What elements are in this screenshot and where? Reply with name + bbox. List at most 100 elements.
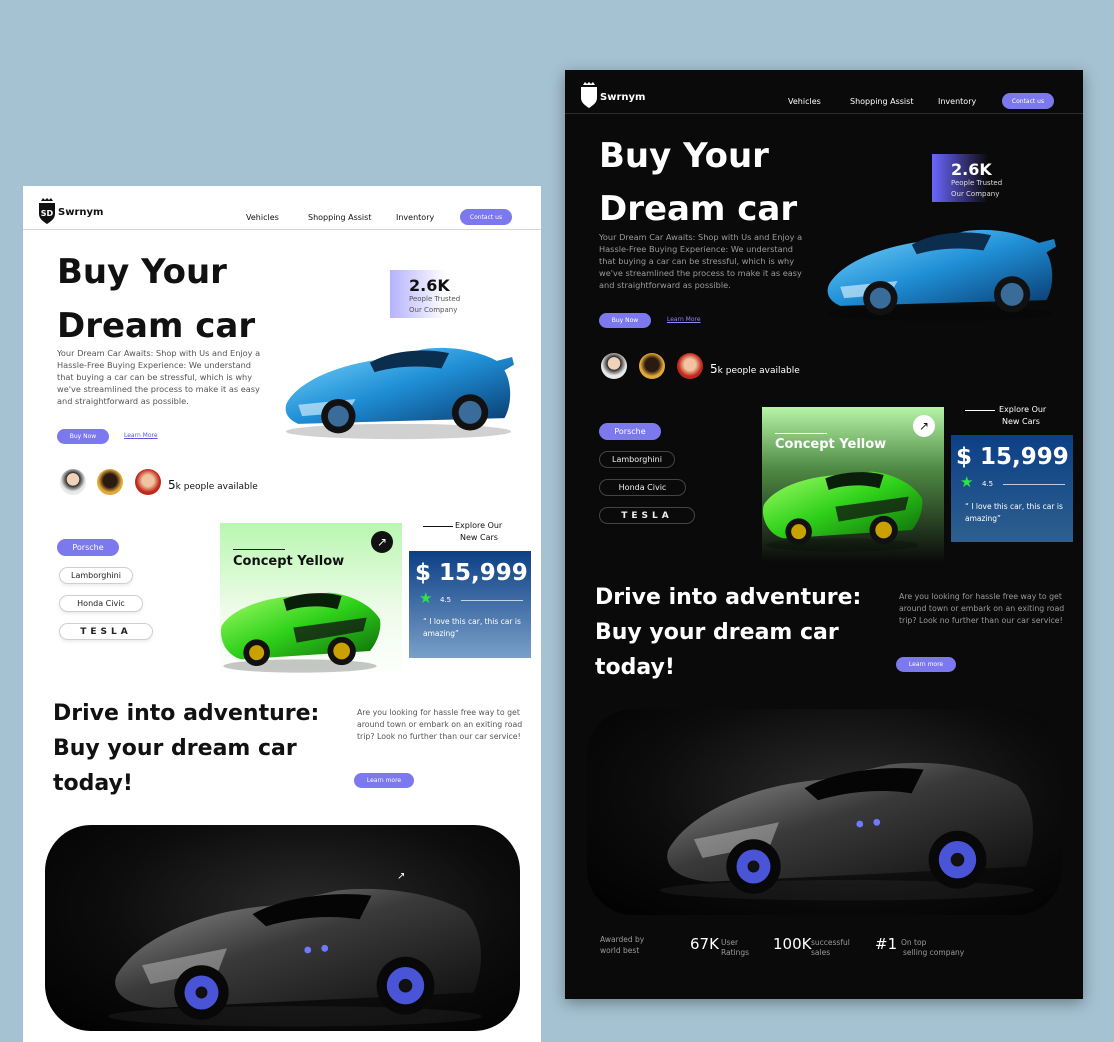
trust-number: 2.6K [951, 160, 992, 179]
star-icon: ★ [960, 473, 974, 491]
adventure-title-line2: Buy your dream car [595, 620, 839, 645]
feature-car-banner: ↗ [45, 825, 520, 1031]
rank-stat-number: #1 [875, 935, 898, 953]
brand-logo-icon[interactable] [38, 198, 56, 224]
concept-title: Concept Yellow [775, 437, 887, 452]
trust-number: 2.6K [409, 276, 450, 295]
learn-more-button[interactable]: Learn more [896, 657, 956, 672]
green-car-image [737, 455, 947, 555]
brand-pill-honda-civic[interactable]: Honda Civic [59, 595, 143, 612]
brand-pill-lamborghini[interactable]: Lamborghini [59, 567, 133, 584]
hero-title-line1: Buy Your [599, 136, 769, 176]
trust-label-line1: People Trusted [951, 179, 1003, 187]
nav-vehicles[interactable]: Vehicles [788, 97, 821, 106]
available-number: 5 [710, 362, 718, 376]
hero-title-line1: Buy Your [57, 252, 227, 292]
brand-pill-lamborghini[interactable]: Lamborghini [599, 451, 675, 468]
concept-title: Concept Yellow [233, 554, 345, 569]
brand-logo-icon[interactable] [580, 82, 598, 108]
explore-line1: Explore Our [999, 405, 1047, 414]
available-suffix: k [175, 482, 181, 492]
rating-value: 4.5 [440, 596, 452, 604]
rank-stat-label-line2: selling company [903, 948, 965, 957]
hero-title-line2: Dream car [599, 189, 798, 229]
brand-pill-porsche[interactable]: Porsche [57, 539, 119, 556]
dark-car-image [85, 865, 505, 1031]
arrow-up-right-icon[interactable]: ↗ [371, 531, 393, 553]
contact-us-button[interactable]: Contact us [460, 209, 512, 225]
hero-car-image [813, 218, 1068, 323]
avatar [677, 353, 703, 379]
hero-description: Your Dream Car Awaits: Shop with Us and … [599, 232, 803, 290]
price: $ 15,999 [956, 444, 1069, 470]
adventure-title-line1: Drive into adventure: [53, 701, 320, 726]
rating-rule [461, 600, 523, 601]
explore-rule [965, 410, 995, 411]
rating-value: 4.5 [982, 480, 994, 488]
adventure-title-line2: Buy your dream car [53, 736, 297, 761]
header-divider [565, 113, 1083, 114]
ratings-stat-label-line2: Ratings [721, 948, 750, 957]
hero-description: Your Dream Car Awaits: Shop with Us and … [57, 348, 261, 406]
dark-theme-frame: Swrnym Vehicles Shopping Assist Inventor… [565, 70, 1083, 999]
header-divider [23, 229, 541, 230]
nav-inventory[interactable]: Inventory [938, 97, 976, 106]
nav-inventory[interactable]: Inventory [396, 213, 434, 222]
available-label: people available [725, 366, 800, 376]
trust-label-line2: Our Company [951, 190, 1000, 198]
feature-car-banner [587, 709, 1062, 915]
adventure-description: Are you looking for hassle free way to g… [357, 708, 523, 741]
brand-pill-honda-civic[interactable]: Honda Civic [599, 479, 686, 496]
star-icon: ★ [419, 589, 433, 607]
avatar [135, 469, 161, 495]
green-car-image [195, 576, 405, 676]
brand-pill-porsche[interactable]: Porsche [599, 423, 661, 440]
brand-pill-tesla[interactable]: TESLA [599, 507, 695, 524]
light-theme-frame: Swrnym Vehicles Shopping Assist Inventor… [23, 186, 541, 1042]
avatar [639, 353, 665, 379]
hero-title-line2: Dream car [57, 306, 256, 346]
available-label: people available [183, 482, 258, 492]
buy-now-button[interactable]: Buy Now [57, 429, 109, 444]
price: $ 15,999 [415, 560, 528, 586]
award-label-line1: Awarded by [600, 935, 645, 944]
brand-pill-tesla[interactable]: TESLA [59, 623, 153, 640]
nav-shopping-assist[interactable]: Shopping Assist [308, 213, 371, 222]
learn-more-link[interactable]: Learn More [124, 432, 158, 439]
explore-rule [423, 526, 453, 527]
adventure-title-line3: today! [53, 771, 133, 796]
dark-car-image [637, 739, 1057, 909]
sales-stat-number: 100K [773, 935, 812, 953]
arrow-up-right-icon[interactable]: ↗ [913, 415, 935, 437]
brand-name[interactable]: Swrnym [600, 92, 645, 103]
explore-line2: New Cars [1002, 417, 1040, 426]
learn-more-link[interactable]: Learn More [667, 316, 701, 323]
adventure-description: Are you looking for hassle free way to g… [899, 592, 1065, 625]
available-number: 5 [168, 478, 176, 492]
nav-vehicles[interactable]: Vehicles [246, 213, 279, 222]
trust-label-line1: People Trusted [409, 295, 461, 303]
award-label-line2: world best [600, 946, 640, 955]
review-text: “ I love this car, this car is amazing” [423, 617, 521, 638]
brand-name[interactable]: Swrnym [58, 207, 103, 218]
arrow-up-right-icon[interactable]: ↗ [397, 871, 405, 882]
adventure-title-line1: Drive into adventure: [595, 585, 862, 610]
hero-car-image [271, 336, 526, 441]
avatar [601, 353, 627, 379]
available-count: 5k people available [710, 362, 800, 376]
nav-shopping-assist[interactable]: Shopping Assist [850, 97, 913, 106]
concept-title-rule [233, 549, 285, 550]
trust-label-line2: Our Company [409, 306, 458, 314]
learn-more-button[interactable]: Learn more [354, 773, 414, 788]
explore-line1: Explore Our [455, 521, 503, 530]
available-suffix: k [717, 366, 723, 376]
rating-rule [1003, 484, 1065, 485]
ratings-stat-number: 67K [690, 935, 719, 953]
contact-us-button[interactable]: Contact us [1002, 93, 1054, 109]
concept-title-rule [775, 433, 827, 434]
buy-now-button[interactable]: Buy Now [599, 313, 651, 328]
available-count: 5k people available [168, 478, 258, 492]
avatar [60, 469, 86, 495]
review-text: “ I love this car, this car is amazing” [965, 502, 1063, 523]
explore-line2: New Cars [460, 533, 498, 542]
